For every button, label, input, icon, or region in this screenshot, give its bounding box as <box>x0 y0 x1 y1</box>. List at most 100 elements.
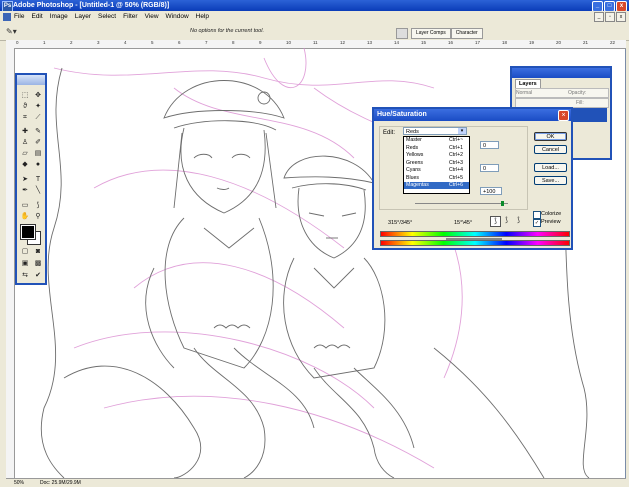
toolbox-header[interactable] <box>17 75 45 85</box>
tab-layer-comps[interactable]: Layer Comps <box>411 28 451 39</box>
preview-checkbox[interactable]: ✓ <box>533 219 541 227</box>
options-bar: ✎▾ No options for the current tool. <box>0 23 629 41</box>
dropdown-option-cyans[interactable]: Cyans Ctrl+4 <box>404 167 469 174</box>
dropdown-option-yellows[interactable]: Yellows Ctrl+2 <box>404 152 469 159</box>
menu-edit[interactable]: Edit <box>31 13 42 20</box>
move-tool-icon[interactable]: ✥ <box>32 91 44 100</box>
menu-view[interactable]: View <box>145 13 159 20</box>
history-brush-icon[interactable]: ✐ <box>32 138 44 147</box>
chevron-down-icon[interactable]: ▾ <box>458 128 466 134</box>
tab-character[interactable]: Character <box>450 28 483 39</box>
eyedropper-tool-icon[interactable]: ⟆ <box>32 201 44 210</box>
ruler-tick-label: 3 <box>97 40 100 45</box>
menu-layer[interactable]: Layer <box>75 13 91 20</box>
lightness-field[interactable]: +100 <box>480 187 502 195</box>
blend-mode-select[interactable]: Normal Opacity: <box>515 88 609 98</box>
ruler-tick-label: 19 <box>529 40 535 45</box>
fill-label: Fill: <box>576 100 584 106</box>
eraser-tool-icon[interactable]: ▱ <box>19 149 31 158</box>
hue-field[interactable]: 0 <box>480 141 499 149</box>
output-color-bar <box>380 240 570 246</box>
ruler-tick-label: 15 <box>421 40 427 45</box>
healing-brush-icon[interactable]: ✚ <box>19 127 31 136</box>
save-button[interactable]: Save... <box>534 176 567 185</box>
edit-select[interactable]: Reds ▾ <box>403 127 467 135</box>
menu-window[interactable]: Window <box>166 13 189 20</box>
menu-help[interactable]: Help <box>196 13 209 20</box>
pen-tool-icon[interactable]: ✒ <box>19 186 31 195</box>
path-select-icon[interactable]: ➤ <box>19 175 31 184</box>
eyedropper-icon[interactable]: ✎▾ <box>6 27 20 36</box>
lightness-slider-thumb[interactable] <box>501 201 504 206</box>
eyedropper-icon[interactable]: ⟆ <box>490 216 501 227</box>
ruler-tick-label: 6 <box>178 40 181 45</box>
marquee-tool-icon[interactable]: ⬚ <box>19 91 31 100</box>
ruler-tick-label: 20 <box>556 40 562 45</box>
document-icon <box>3 13 11 21</box>
options-message: No options for the current tool. <box>190 28 264 34</box>
gradient-tool-icon[interactable]: ▤ <box>32 149 44 158</box>
edit-select-value: Reds <box>406 129 419 135</box>
ruler-tick-label: 5 <box>151 40 154 45</box>
menu-select[interactable]: Select <box>98 13 116 20</box>
ok-button[interactable]: OK <box>534 132 567 141</box>
saturation-field[interactable]: 0 <box>480 164 499 172</box>
dropdown-option-blues[interactable]: Blues Ctrl+5 <box>404 175 469 182</box>
notes-tool-icon[interactable]: ▭ <box>19 201 31 210</box>
cancel-button[interactable]: Cancel <box>534 145 567 154</box>
zoom-tool-icon[interactable]: ⚲ <box>32 212 44 221</box>
colorize-checkbox[interactable] <box>533 211 541 219</box>
ruler-tick-label: 17 <box>475 40 481 45</box>
dialog-title[interactable]: Hue/Saturation <box>374 109 571 121</box>
ruler-tick-label: 10 <box>286 40 292 45</box>
eyedropper-plus-icon[interactable]: ⟆ <box>502 216 511 225</box>
window-title: Adobe Photoshop - [Untitled-1 @ 50% (RGB… <box>13 2 170 9</box>
ruler-tick-label: 12 <box>340 40 346 45</box>
dodge-tool-icon[interactable]: ● <box>32 160 44 169</box>
lasso-tool-icon[interactable]: ϑ <box>19 102 31 111</box>
ruler-tick-label: 18 <box>502 40 508 45</box>
ruler-tick-label: 14 <box>394 40 400 45</box>
crop-tool-icon[interactable]: ⌗ <box>19 113 31 122</box>
dropdown-option-master[interactable]: Master Ctrl+~ <box>404 137 469 144</box>
slice-tool-icon[interactable]: ⟋ <box>32 113 44 122</box>
clone-stamp-icon[interactable]: ♙ <box>19 138 31 147</box>
shape-tool-icon[interactable]: ╲ <box>32 186 44 195</box>
jump-to-imageready-icon[interactable]: ⇆ <box>19 271 31 280</box>
ruler-tick-label: 21 <box>583 40 589 45</box>
edit-label: Edit: <box>383 130 396 136</box>
dropdown-option-magentas[interactable]: Magentas Ctrl+6 <box>404 182 469 189</box>
type-tool-icon[interactable]: T <box>32 175 44 184</box>
ruler-tick-label: 8 <box>232 40 235 45</box>
quick-mask-on-icon[interactable]: ◙ <box>32 247 44 256</box>
foreground-color-swatch[interactable] <box>20 224 36 240</box>
doc-restore-button[interactable]: ▫ <box>605 12 615 22</box>
dropdown-option-greens[interactable]: Greens Ctrl+3 <box>404 160 469 167</box>
imageready-icon[interactable]: ✔ <box>32 271 44 280</box>
hand-tool-icon[interactable]: ✋ <box>19 212 31 221</box>
ruler-tick-label: 2 <box>70 40 73 45</box>
eyedropper-minus-icon[interactable]: ⟆ <box>514 216 523 225</box>
menu-filter[interactable]: Filter <box>123 13 137 20</box>
load-button[interactable]: Load... <box>534 163 567 172</box>
blur-tool-icon[interactable]: ◆ <box>19 160 31 169</box>
brush-tool-icon[interactable]: ✎ <box>32 127 44 136</box>
menu-file[interactable]: File <box>14 13 24 20</box>
hue-saturation-dialog: Hue/Saturation × Edit: Reds ▾ Master Ctrl… <box>372 107 573 250</box>
full-screen-icon[interactable]: ▩ <box>32 259 44 268</box>
ruler-tick-label: 0 <box>16 40 19 45</box>
magic-wand-icon[interactable]: ✦ <box>32 102 44 111</box>
menu-image[interactable]: Image <box>50 13 68 20</box>
doc-minimize-button[interactable]: _ <box>594 12 604 22</box>
range-left-angles: 315°/345° <box>388 220 413 226</box>
quick-mask-icon[interactable]: ▢ <box>19 247 31 256</box>
doc-close-button[interactable]: x <box>616 12 626 22</box>
input-color-bar <box>380 231 570 237</box>
ruler-tick-label: 22 <box>610 40 616 45</box>
lightness-slider-track[interactable] <box>415 203 508 204</box>
screen-mode-icon[interactable]: ▣ <box>19 259 31 268</box>
brushes-icon[interactable] <box>396 28 408 39</box>
dropdown-option-reds[interactable]: Reds Ctrl+1 <box>404 145 469 152</box>
layers-palette-header[interactable] <box>512 68 610 78</box>
dialog-close-button[interactable]: × <box>558 110 569 121</box>
